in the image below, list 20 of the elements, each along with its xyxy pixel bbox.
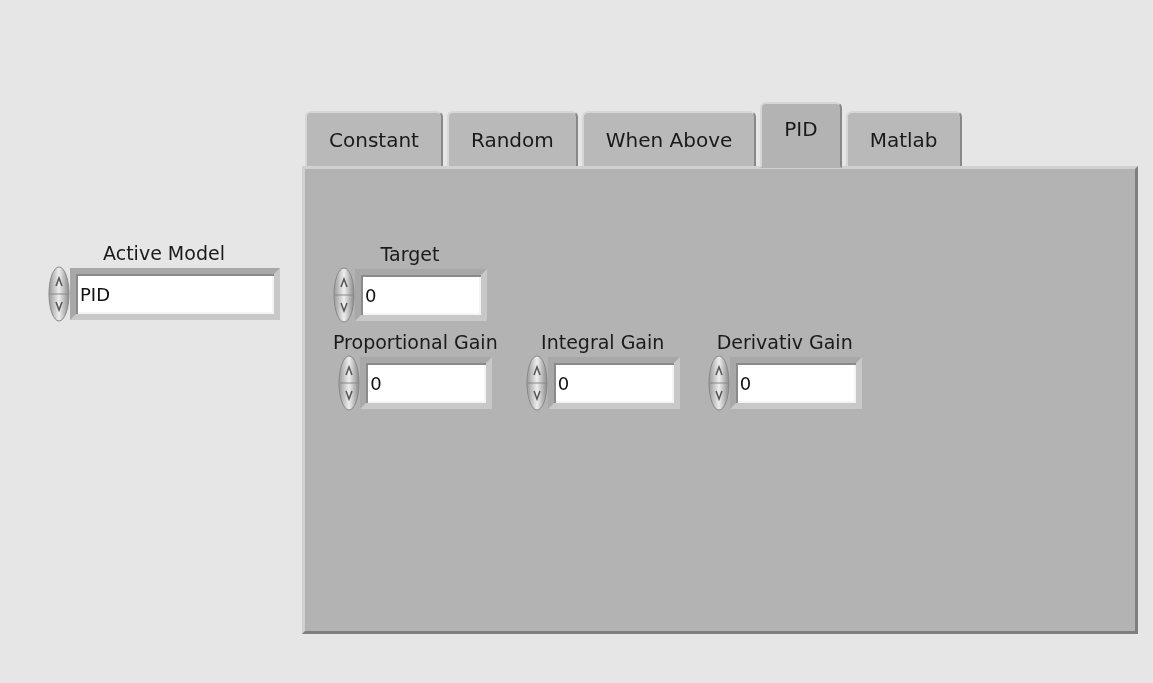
tab[interactable]: Random	[446, 111, 578, 166]
field-label: Derivativ Gain	[716, 330, 853, 355]
spinner-arrows-icon[interactable]	[707, 355, 730, 411]
numeric-field[interactable]: 0	[729, 357, 862, 409]
tab[interactable]: When Above	[581, 111, 757, 166]
numeric-field[interactable]: 0	[360, 357, 493, 409]
text-field[interactable]: PID	[70, 268, 280, 320]
field-label: Integral Gain	[541, 330, 665, 355]
tab[interactable]: PID	[760, 102, 842, 168]
field-label: Proportional Gain	[333, 330, 498, 355]
tab[interactable]: Constant	[305, 111, 443, 166]
numeric-field[interactable]: 0	[355, 269, 487, 321]
spinner-arrows-icon[interactable]	[48, 266, 70, 322]
numeric-field[interactable]: 0	[547, 357, 680, 409]
spinner-arrows-icon[interactable]	[338, 355, 361, 411]
spinner-arrows-icon[interactable]	[333, 267, 355, 323]
tab[interactable]: Matlab	[845, 111, 962, 166]
spinner-arrows-icon[interactable]	[525, 355, 548, 411]
field-label: Target	[380, 242, 440, 267]
field-label: Active Model	[103, 241, 225, 266]
